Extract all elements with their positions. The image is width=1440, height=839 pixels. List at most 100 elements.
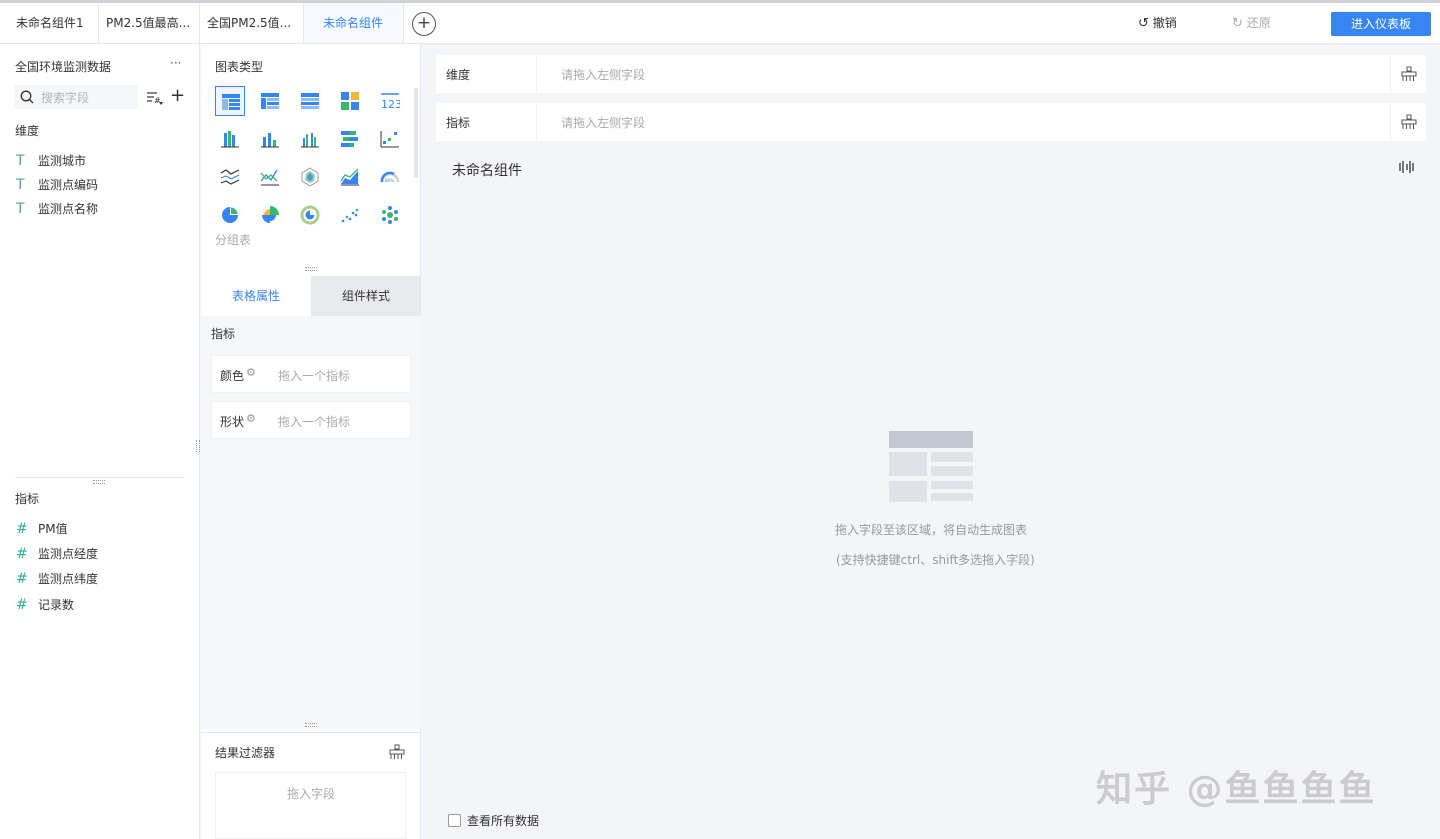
measure-field[interactable]: # 记录数 bbox=[16, 595, 74, 615]
view-all-label[interactable]: 查看所有数据 bbox=[467, 812, 539, 829]
tab-component-style[interactable]: 组件样式 bbox=[311, 276, 421, 316]
color-label: 颜色 bbox=[220, 369, 245, 383]
watermark: 知乎 @鱼鱼鱼鱼 bbox=[1096, 769, 1377, 810]
filter-settings-icon[interactable] bbox=[389, 744, 405, 760]
number-type-icon: # bbox=[16, 546, 28, 562]
redo-label: 还原 bbox=[1246, 16, 1271, 30]
search-icon bbox=[20, 90, 34, 104]
measure-field[interactable]: # PM值 bbox=[16, 519, 68, 539]
chart-type-title: 图表类型 bbox=[215, 60, 264, 74]
number-type-icon: # bbox=[16, 521, 28, 537]
field-label: 监测点经度 bbox=[38, 547, 99, 561]
gauge-chart-icon[interactable]: 80% bbox=[375, 162, 405, 192]
undo-button[interactable]: ↺ 撤销 bbox=[1138, 3, 1177, 43]
sweep-icon bbox=[1401, 114, 1417, 129]
redo-button[interactable]: ↻ 还原 bbox=[1232, 3, 1271, 43]
shape-label: 形状 bbox=[220, 415, 245, 429]
dataset-title: 全国环境监测数据 bbox=[15, 60, 112, 74]
more-options-icon[interactable]: ··· bbox=[170, 56, 181, 70]
divider bbox=[536, 55, 537, 93]
field-search[interactable]: 搜索字段 bbox=[14, 85, 138, 109]
filter-drop-zone[interactable]: 拖入字段 bbox=[215, 772, 406, 839]
panel-resize-handle[interactable] bbox=[196, 440, 200, 452]
chart-switch-icon[interactable] bbox=[1399, 161, 1415, 173]
tab-national-pm25[interactable]: 全国PM2.5值... bbox=[200, 3, 304, 43]
rose-pie-icon[interactable] bbox=[255, 200, 285, 230]
top-bar: 未命名组件1 PM2.5值最高... 全国PM2.5值... 未命名组件 + ↺… bbox=[0, 0, 1440, 44]
resize-handle[interactable] bbox=[305, 723, 317, 727]
heatmap-table-icon[interactable] bbox=[335, 86, 365, 116]
area-chart-icon[interactable] bbox=[335, 162, 365, 192]
chart-canvas: 维度 请拖入左侧字段 指标 请拖入左侧字段 未命名组件 拖入字段至该区域，将自动… bbox=[422, 44, 1440, 839]
measure-field[interactable]: # 监测点纬度 bbox=[16, 569, 98, 589]
tab-pm25-highest[interactable]: PM2.5值最高... bbox=[99, 3, 200, 43]
settings-icon[interactable]: ⚙ bbox=[246, 366, 256, 379]
ranged-bar-icon[interactable] bbox=[335, 124, 365, 154]
dimension-field[interactable]: T 监测点编码 bbox=[16, 175, 98, 195]
color-drop-zone[interactable]: 颜色 ⚙ 拖入一个指标 bbox=[211, 355, 411, 393]
settings-icon[interactable]: ⚙ bbox=[246, 412, 256, 425]
resize-handle[interactable] bbox=[93, 480, 105, 484]
property-tabs: 表格属性 组件样式 bbox=[201, 276, 421, 316]
svg-text:123: 123 bbox=[381, 98, 400, 111]
field-panel: 全国环境监测数据 ··· 搜索字段 # + 维度 T 监测城市 T 监测点编码 T监… bbox=[0, 44, 200, 839]
measure-placeholder: 请拖入左侧字段 bbox=[561, 116, 646, 130]
ring-pie-icon[interactable] bbox=[295, 200, 325, 230]
measure-title: 指标 bbox=[15, 492, 40, 506]
property-measure-title: 指标 bbox=[211, 327, 236, 341]
tab-unnamed-1[interactable]: 未命名组件1 bbox=[0, 3, 99, 43]
pie-chart-icon[interactable] bbox=[215, 200, 245, 230]
dimension-row-label: 维度 bbox=[446, 68, 471, 82]
scatter-chart-icon[interactable] bbox=[335, 200, 365, 230]
field-sort-icon[interactable]: # bbox=[146, 90, 164, 106]
dimension-title: 维度 bbox=[15, 124, 40, 138]
divider bbox=[15, 477, 185, 478]
measure-settings-button[interactable] bbox=[1390, 103, 1426, 141]
empty-table-illustration bbox=[889, 431, 973, 502]
shape-drop-zone[interactable]: 形状 ⚙ 拖入一个指标 bbox=[211, 401, 411, 439]
number-type-icon: # bbox=[16, 571, 28, 587]
resize-handle[interactable] bbox=[305, 267, 317, 271]
tab-unnamed-active[interactable]: 未命名组件 bbox=[304, 3, 404, 43]
divider bbox=[201, 732, 421, 733]
divider bbox=[536, 103, 537, 141]
radar-chart-icon[interactable] bbox=[295, 162, 325, 192]
filter-placeholder: 拖入字段 bbox=[287, 787, 336, 801]
sweep-icon bbox=[1401, 66, 1417, 81]
measure-drop-zone[interactable]: 指标 请拖入左侧字段 bbox=[436, 103, 1426, 141]
kpi-card-icon[interactable]: 123 bbox=[375, 86, 405, 116]
selected-chart-hint: 分组表 bbox=[215, 233, 252, 247]
enter-dashboard-button[interactable]: 进入仪表板 bbox=[1331, 12, 1431, 36]
empty-shortcut-hint: (支持快捷键ctrl、shift多选拖入字段) bbox=[836, 553, 1035, 567]
tab-table-properties[interactable]: 表格属性 bbox=[201, 276, 311, 316]
dimension-field[interactable]: T 监测点名称 bbox=[16, 199, 98, 219]
chart-type-scrollbar[interactable] bbox=[414, 88, 418, 178]
multi-line-icon[interactable] bbox=[215, 162, 245, 192]
line-chart-icon[interactable] bbox=[255, 162, 285, 192]
cross-table-icon[interactable] bbox=[255, 86, 285, 116]
grouped-bar-icon[interactable] bbox=[295, 124, 325, 154]
measure-row-label: 指标 bbox=[446, 116, 471, 130]
bubble-chart-icon[interactable] bbox=[375, 200, 405, 230]
bar-chart-icon[interactable] bbox=[255, 124, 285, 154]
view-all-checkbox[interactable] bbox=[448, 814, 461, 827]
dimension-field[interactable]: T 监测城市 bbox=[16, 151, 86, 171]
result-filter-title: 结果过滤器 bbox=[215, 746, 276, 760]
field-label: 记录数 bbox=[38, 598, 75, 612]
component-title[interactable]: 未命名组件 bbox=[452, 160, 522, 180]
dimension-drop-zone[interactable]: 维度 请拖入左侧字段 bbox=[436, 55, 1426, 93]
group-table-icon[interactable] bbox=[215, 86, 245, 116]
svg-text:#: # bbox=[154, 96, 161, 105]
text-type-icon: T bbox=[16, 201, 25, 217]
field-label: PM值 bbox=[38, 522, 68, 536]
field-label: 监测点名称 bbox=[38, 202, 99, 216]
detail-table-icon[interactable] bbox=[295, 86, 325, 116]
field-label: 监测点纬度 bbox=[38, 572, 99, 586]
scatter-bar-icon[interactable] bbox=[375, 124, 405, 154]
measure-field[interactable]: # 监测点经度 bbox=[16, 544, 98, 564]
search-input[interactable]: 搜索字段 bbox=[41, 89, 89, 106]
add-field-icon[interactable]: + bbox=[170, 86, 185, 106]
add-tab-button[interactable]: + bbox=[412, 12, 436, 36]
stacked-bar-icon[interactable] bbox=[215, 124, 245, 154]
dimension-settings-button[interactable] bbox=[1390, 55, 1426, 93]
